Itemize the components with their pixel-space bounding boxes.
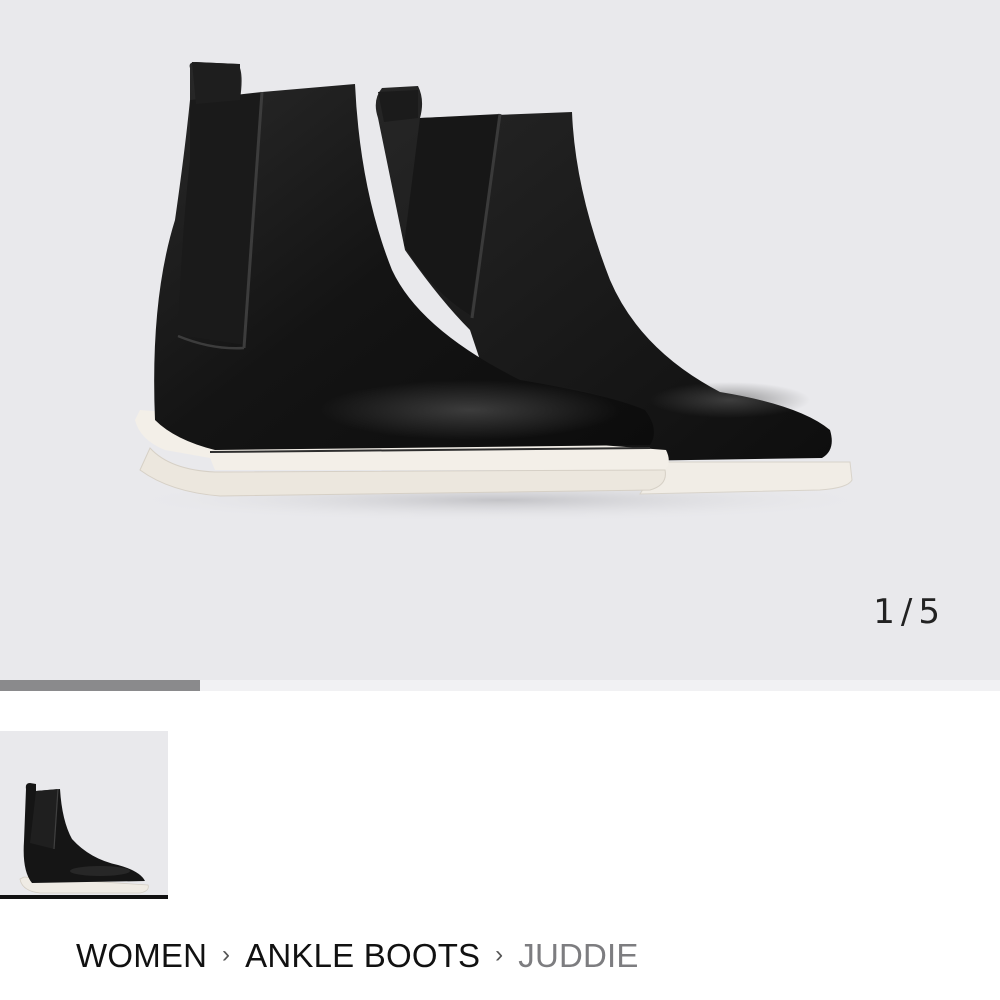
breadcrumb-item-ankle-boots[interactable]: ANKLE BOOTS [245, 937, 480, 975]
breadcrumb: WOMEN › ANKLE BOOTS › JUDDIE [76, 934, 639, 978]
chevron-right-icon: › [222, 941, 231, 968]
breadcrumb-item-women[interactable]: WOMEN [76, 937, 207, 975]
gallery-progress-fill [0, 680, 200, 691]
thumbnail-image [19, 783, 149, 894]
breadcrumb-item-current: JUDDIE [518, 937, 639, 974]
image-counter-total: 5 [918, 592, 942, 632]
thumbnail-item[interactable] [0, 731, 168, 899]
image-counter: 1/5 [873, 592, 942, 632]
chevron-right-icon: › [495, 941, 504, 968]
gallery-progress-bar [0, 680, 1000, 691]
image-counter-separator: / [900, 592, 915, 632]
product-image-gallery[interactable]: 1/5 [0, 0, 1000, 680]
image-counter-current: 1 [873, 592, 897, 632]
product-main-image[interactable] [0, 0, 1000, 680]
